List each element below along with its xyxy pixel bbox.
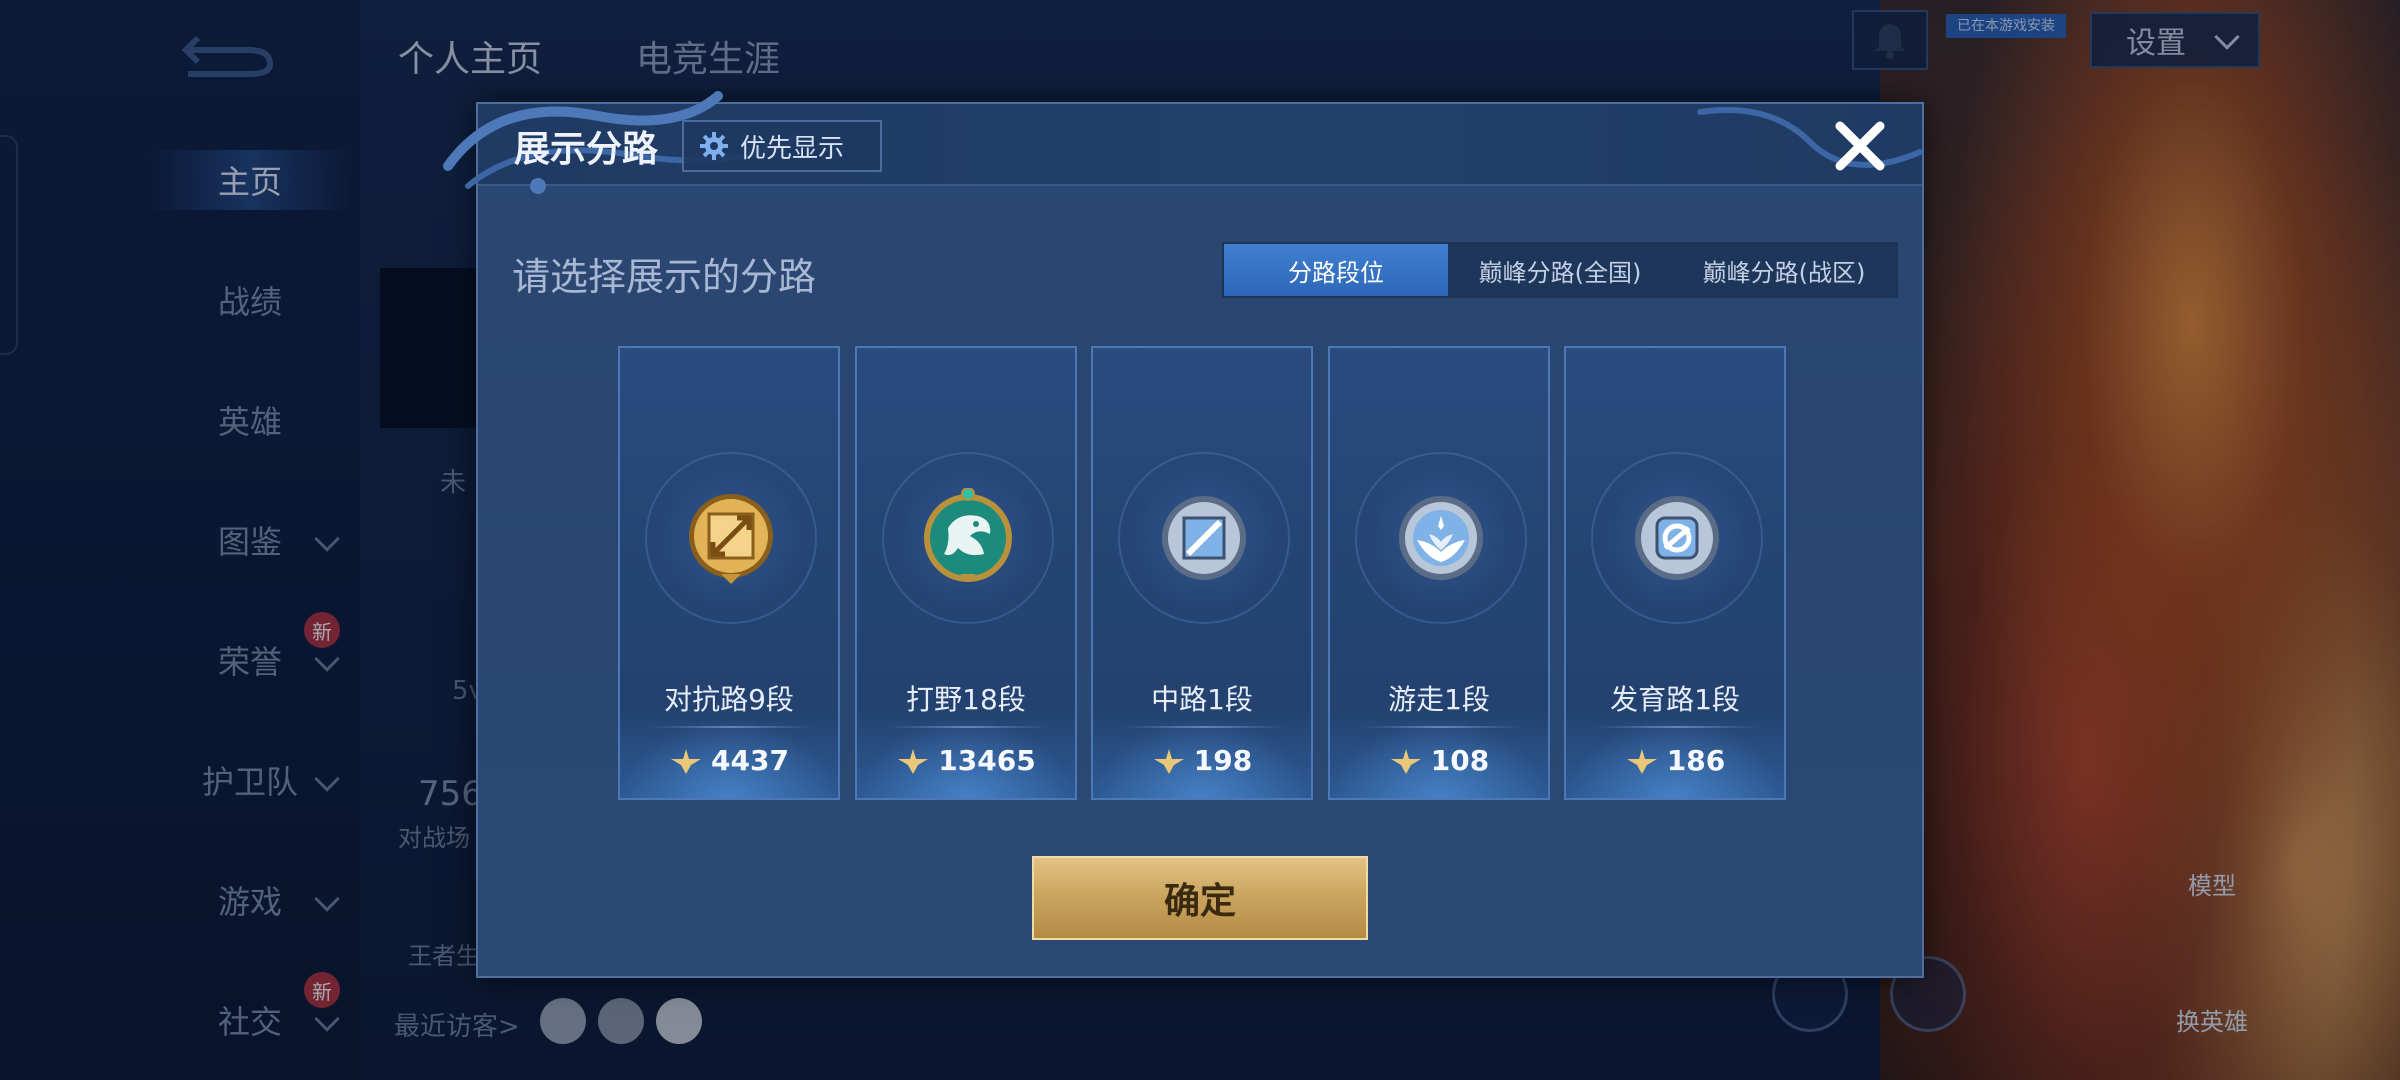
lane-card-score: 186 [1566,744,1784,777]
rank-points-icon [1626,748,1657,774]
score-value: 13465 [938,744,1036,777]
priority-display-button[interactable]: 优先显示 [682,120,882,172]
lane-type-tabs: 分路段位 巅峰分路(全国) 巅峰分路(战区) [1222,242,1898,298]
cloud-ornament-icon [1697,107,1923,168]
lane-card-label: 打野18段 [906,683,1026,716]
lane-card-farm[interactable]: 发育路1段 186 [1564,346,1786,800]
tab-peak-lane-national[interactable]: 巅峰分路(全国) [1448,244,1672,296]
roam-emblem-icon [1399,496,1483,580]
score-value: 186 [1666,744,1726,777]
rank-points-icon [1390,748,1421,774]
lane-card-list: 对抗路9段 4437 打野18段 13465 中路1段 198 游走1段 108… [618,346,1788,800]
divider [887,726,1049,728]
score-value: 198 [1193,744,1253,777]
rank-points-icon [898,748,929,774]
lane-card-label: 游走1段 [1388,683,1490,716]
jungle-dragon-emblem-icon [924,488,1012,582]
display-lane-dialog: 展示分路 优先显示 请选择展示的分路 分路段位 巅峰分路(全国) 巅峰分路(战区… [443,91,1924,978]
score-value: 108 [1430,744,1490,777]
clash-lane-emblem-icon [689,494,773,584]
confirm-button[interactable]: 确定 [1032,856,1368,940]
lane-card-score: 13465 [857,744,1075,777]
priority-label: 优先显示 [740,133,845,164]
divider [650,726,812,728]
score-value: 4437 [711,744,789,777]
lane-card-roam[interactable]: 游走1段 108 [1328,346,1550,800]
dialog-title: 展示分路 [514,129,659,170]
section-label: 请选择展示的分路 [512,255,817,299]
lane-card-label: 发育路1段 [1610,683,1740,716]
close-icon [1835,121,1885,171]
lane-card-score: 4437 [620,744,838,777]
divider [1360,726,1522,728]
mid-lane-emblem-icon [1162,496,1246,580]
lane-card-label: 对抗路9段 [664,683,794,716]
lane-card-score: 198 [1093,744,1311,777]
rank-points-icon [1153,748,1184,774]
farm-lane-emblem-icon [1635,496,1719,580]
tab-peak-lane-region[interactable]: 巅峰分路(战区) [1672,244,1896,296]
divider [1596,726,1758,728]
lane-card-score: 108 [1330,744,1548,777]
rank-points-icon [671,748,702,774]
lane-card-clash[interactable]: 对抗路9段 4437 [618,346,840,800]
gear-icon [700,132,728,160]
divider [1123,726,1285,728]
lane-card-label: 中路1段 [1151,683,1253,716]
tab-lane-rank[interactable]: 分路段位 [1224,244,1448,296]
close-button[interactable] [1828,114,1892,178]
lane-card-jungle[interactable]: 打野18段 13465 [855,346,1077,800]
lane-card-mid[interactable]: 中路1段 198 [1091,346,1313,800]
